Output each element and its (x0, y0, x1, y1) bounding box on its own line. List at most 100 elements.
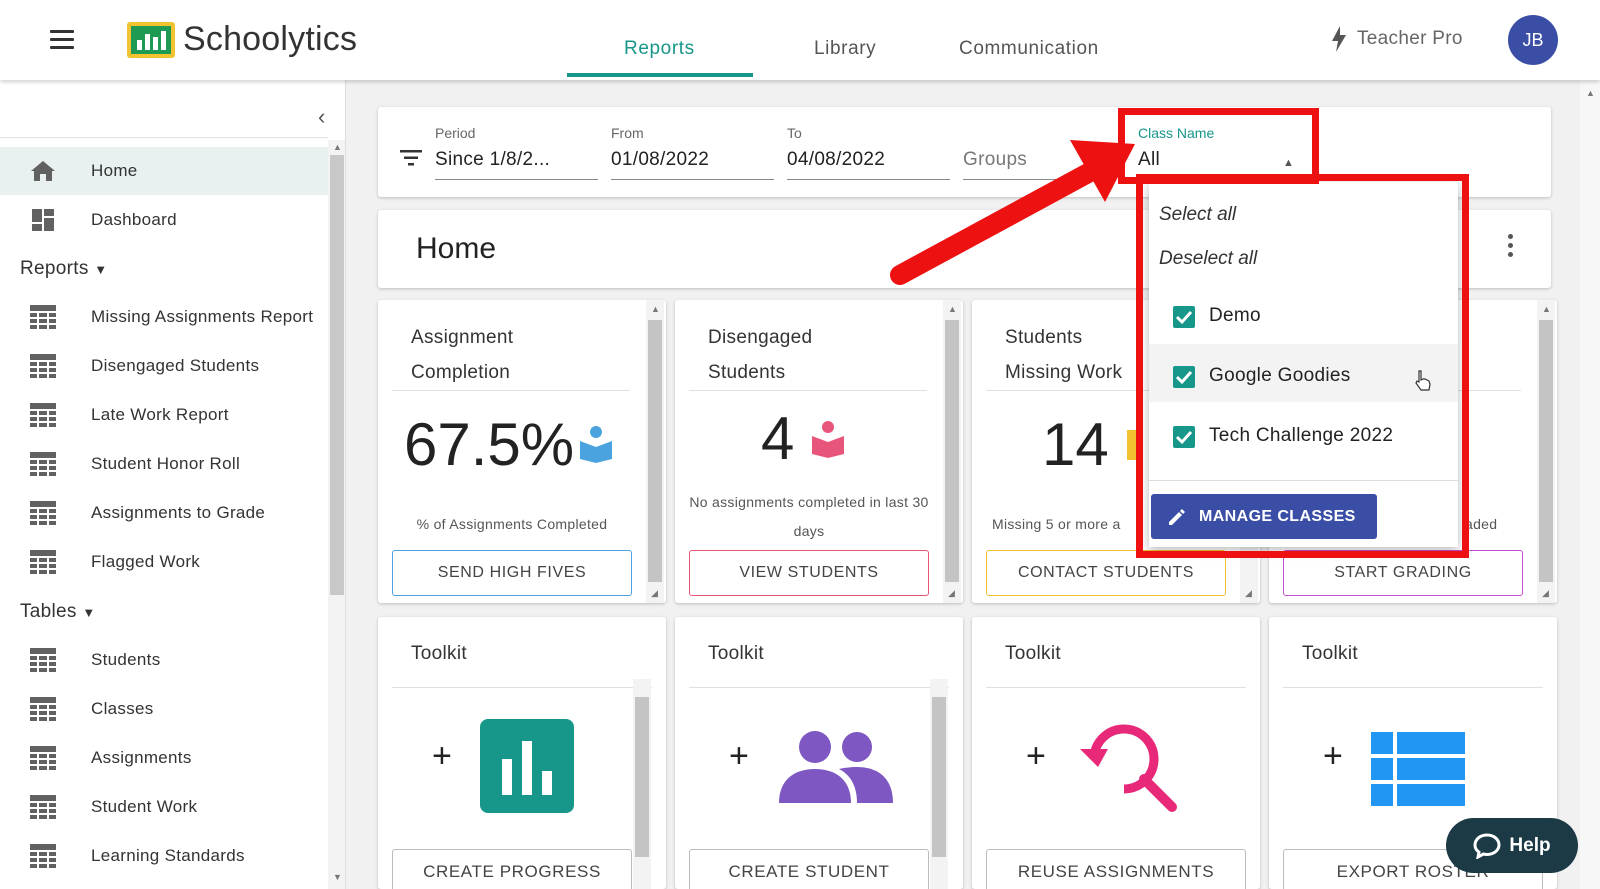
sidebar-section-tables[interactable]: Tables ▼ (20, 601, 96, 623)
menu-icon[interactable] (50, 30, 74, 50)
caret-up-icon[interactable]: ▲ (1283, 157, 1294, 169)
card-divider (689, 390, 927, 391)
scroll-up-icon[interactable]: ▲ (651, 304, 660, 314)
sidebar-divider (0, 137, 328, 138)
checkbox-checked-icon[interactable] (1173, 366, 1195, 388)
resize-icon[interactable]: ◢ (1542, 588, 1549, 599)
sidebar-item-label: Dashboard (91, 210, 177, 229)
resize-icon[interactable]: ◢ (1245, 588, 1252, 599)
reuse-assignments-button[interactable]: REUSE ASSIGNMENTS (986, 849, 1246, 889)
card-caption: % of Assignments Completed (416, 516, 608, 532)
class-name-select[interactable]: All (1138, 149, 1160, 171)
checkbox-checked-icon[interactable] (1173, 426, 1195, 448)
send-high-fives-button[interactable]: SEND HIGH FIVES (392, 550, 632, 596)
scroll-up-icon[interactable]: ▲ (333, 142, 342, 152)
card-scrollbar-thumb[interactable] (635, 697, 649, 857)
table-icon (1371, 732, 1465, 806)
sidebar-item-students[interactable]: Students (0, 636, 328, 684)
scroll-up-icon[interactable]: ▲ (1542, 304, 1551, 314)
period-underline (435, 179, 598, 180)
sidebar-item-label: Missing Assignments Report (91, 307, 314, 326)
scroll-up-icon[interactable]: ▲ (948, 304, 957, 314)
sidebar-item-dashboard[interactable]: Dashboard (0, 196, 328, 244)
period-select[interactable]: Since 1/8/2... (435, 149, 550, 171)
page-scrollbar[interactable]: ▲ (1580, 80, 1600, 889)
select-all-option[interactable]: Select all (1159, 204, 1236, 226)
create-student-button[interactable]: CREATE STUDENT (689, 849, 929, 889)
class-option-tech-challenge[interactable]: Tech Challenge 2022 (1149, 408, 1458, 466)
period-label: Period (435, 125, 476, 141)
scroll-down-icon[interactable]: ▼ (333, 872, 342, 882)
card-title-line: Students (708, 362, 786, 383)
sidebar-item-label: Student Work (91, 797, 198, 816)
card-scrollbar-thumb[interactable] (648, 320, 662, 582)
manage-classes-button[interactable]: MANAGE CLASSES (1151, 494, 1377, 539)
sidebar-section-reports[interactable]: Reports ▼ (20, 258, 107, 280)
table-icon (30, 550, 56, 574)
sidebar-item-assignments-to-grade[interactable]: Assignments to Grade (0, 489, 328, 537)
more-options-icon[interactable] (1508, 234, 1513, 261)
dropdown-divider (1149, 480, 1458, 481)
sidebar-item-missing-assignments[interactable]: Missing Assignments Report (0, 293, 328, 341)
from-date-field[interactable]: 01/08/2022 (611, 149, 709, 171)
create-progress-button[interactable]: CREATE PROGRESS (392, 849, 632, 889)
sidebar-item-home[interactable]: Home (0, 147, 328, 195)
sidebar: ‹ ▲ ▼ Home Dashboard Reports ▼ Missing A… (0, 80, 346, 889)
manage-classes-label: MANAGE CLASSES (1199, 507, 1356, 525)
brand-name[interactable]: Schoolytics (183, 20, 357, 59)
card-scrollbar-thumb[interactable] (945, 320, 959, 582)
book-icon (812, 421, 844, 458)
class-option-label: Google Goodies (1209, 365, 1351, 386)
search-refresh-icon (1080, 724, 1177, 812)
card-title-line: Missing Work (1005, 362, 1123, 383)
schoolytics-logo (127, 22, 175, 58)
filter-icon[interactable] (400, 150, 422, 166)
avatar[interactable]: JB (1508, 15, 1558, 65)
sidebar-item-flagged-work[interactable]: Flagged Work (0, 538, 328, 586)
tab-communication[interactable]: Communication (959, 38, 1099, 60)
card-scrollbar-thumb[interactable] (932, 697, 946, 857)
class-option-demo[interactable]: Demo (1149, 288, 1458, 346)
view-students-button[interactable]: VIEW STUDENTS (689, 550, 929, 596)
tab-reports[interactable]: Reports (624, 38, 695, 60)
scroll-up-icon[interactable]: ▲ (1586, 88, 1595, 98)
resize-icon[interactable]: ◢ (948, 588, 955, 599)
class-name-dropdown: Select all Deselect all Demo Google Good… (1149, 182, 1458, 547)
groups-select[interactable]: Groups (963, 149, 1027, 171)
contact-students-button[interactable]: CONTACT STUDENTS (986, 550, 1226, 596)
plus-icon: + (1026, 737, 1046, 775)
sidebar-item-assignments[interactable]: Assignments (0, 734, 328, 782)
table-icon (30, 354, 56, 378)
sidebar-item-label: Home (91, 161, 138, 180)
sidebar-scrollbar-thumb[interactable] (330, 155, 344, 595)
to-date-field[interactable]: 04/08/2022 (787, 149, 885, 171)
start-grading-button[interactable]: START GRADING (1283, 550, 1523, 596)
collapse-sidebar-icon[interactable]: ‹ (318, 104, 325, 130)
toolkit-card-progress: Toolkit + CREATE PROGRESS (378, 617, 666, 889)
class-option-google-goodies[interactable]: Google Goodies (1149, 344, 1458, 402)
checkbox-checked-icon[interactable] (1173, 306, 1195, 328)
sidebar-item-late-work[interactable]: Late Work Report (0, 391, 328, 439)
card-value: 4 (761, 405, 795, 472)
card-scrollbar-thumb[interactable] (1539, 320, 1553, 582)
deselect-all-option[interactable]: Deselect all (1159, 248, 1257, 270)
plan-label[interactable]: Teacher Pro (1357, 28, 1463, 50)
hand-cursor-icon (1415, 370, 1431, 391)
sidebar-item-label: Classes (91, 699, 154, 718)
class-option-label: Demo (1209, 305, 1261, 326)
chat-bubble-icon (1473, 832, 1501, 859)
card-title: Toolkit (411, 643, 467, 664)
sidebar-item-disengaged-students[interactable]: Disengaged Students (0, 342, 328, 390)
tab-library[interactable]: Library (814, 38, 876, 60)
resize-icon[interactable]: ◢ (651, 588, 658, 599)
sidebar-item-learning-standards[interactable]: Learning Standards (0, 832, 328, 880)
sidebar-item-label: Disengaged Students (91, 356, 260, 375)
sidebar-item-classes[interactable]: Classes (0, 685, 328, 733)
lightning-bolt-icon (1332, 26, 1346, 52)
help-button[interactable]: Help (1446, 818, 1578, 873)
toolkit-card-student: Toolkit + CREATE STUDENT (675, 617, 963, 889)
card-title-line: Assignment (411, 327, 514, 348)
sidebar-item-student-work[interactable]: Student Work (0, 783, 328, 831)
table-icon (30, 746, 56, 770)
sidebar-item-honor-roll[interactable]: Student Honor Roll (0, 440, 328, 488)
